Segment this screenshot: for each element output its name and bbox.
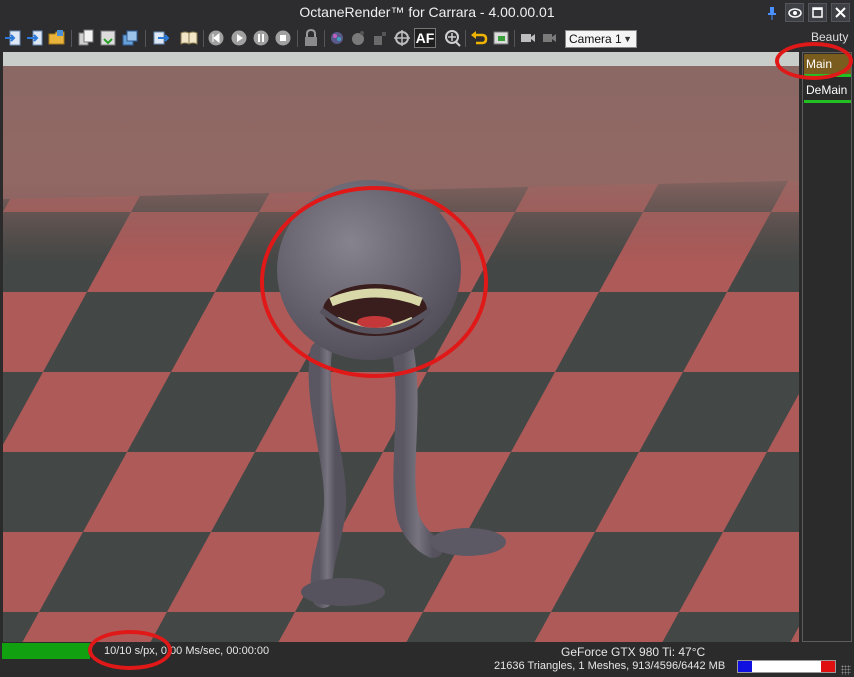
export-all-icon[interactable]	[25, 28, 45, 48]
mesh-info: 21636 Triangles, 1 Meshes, 913/4596/6442…	[494, 660, 726, 672]
stop-icon[interactable]	[273, 28, 293, 48]
play-icon[interactable]	[229, 28, 249, 48]
zoom-icon[interactable]	[442, 28, 462, 48]
camera-select-value: Camera 1	[569, 32, 622, 46]
chevron-down-icon: ▼	[623, 34, 632, 44]
pass-demain-button[interactable]: DeMain	[804, 80, 851, 103]
color-sphere-icon[interactable]	[327, 28, 347, 48]
pin-icon[interactable]	[762, 3, 781, 22]
send-icon[interactable]	[151, 28, 171, 48]
object-icon[interactable]	[370, 28, 390, 48]
eye-icon[interactable]	[785, 3, 804, 22]
camera-select[interactable]: Camera 1 ▼	[565, 30, 637, 48]
render-passes-panel: Main DeMain	[802, 52, 852, 642]
region-icon[interactable]	[491, 28, 511, 48]
title-bar: OctaneRender™ for Carrara - 4.00.00.01	[0, 0, 854, 25]
rewind-icon[interactable]	[206, 28, 226, 48]
stack-icon[interactable]	[120, 28, 140, 48]
close-button[interactable]	[831, 3, 850, 22]
resize-grip-icon[interactable]	[841, 665, 851, 675]
autofocus-icon[interactable]: AF	[414, 28, 436, 48]
lock-icon[interactable]	[301, 28, 321, 48]
undo-icon[interactable]	[469, 28, 489, 48]
maximize-button[interactable]	[808, 3, 827, 22]
memory-bar	[737, 660, 836, 673]
folder-icon[interactable]	[47, 28, 67, 48]
samples-readout: 10/10 s/px, 0.00 Ms/sec, 00:00:00	[104, 645, 270, 657]
book-icon[interactable]	[179, 28, 199, 48]
gpu-readout: GeForce GTX 980 Ti: 47°C	[561, 645, 706, 659]
copy-icon[interactable]	[76, 28, 96, 48]
pass-header: Beauty	[811, 30, 849, 44]
camera-edit-icon[interactable]	[540, 28, 560, 48]
render-progress-bar	[2, 643, 90, 659]
toolbar: AF	[0, 25, 854, 52]
material-icon[interactable]	[348, 28, 368, 48]
save-icon[interactable]	[98, 28, 118, 48]
window-title: OctaneRender™ for Carrara - 4.00.00.01	[299, 4, 555, 20]
status-bar: 10/10 s/px, 0.00 Ms/sec, 00:00:00 GeForc…	[0, 642, 854, 677]
export-icon[interactable]	[3, 28, 23, 48]
pass-main-button[interactable]: Main	[804, 54, 851, 77]
render-viewport[interactable]	[3, 52, 799, 642]
focus-icon[interactable]	[392, 28, 412, 48]
pause-icon[interactable]	[251, 28, 271, 48]
camera-icon[interactable]	[518, 28, 538, 48]
